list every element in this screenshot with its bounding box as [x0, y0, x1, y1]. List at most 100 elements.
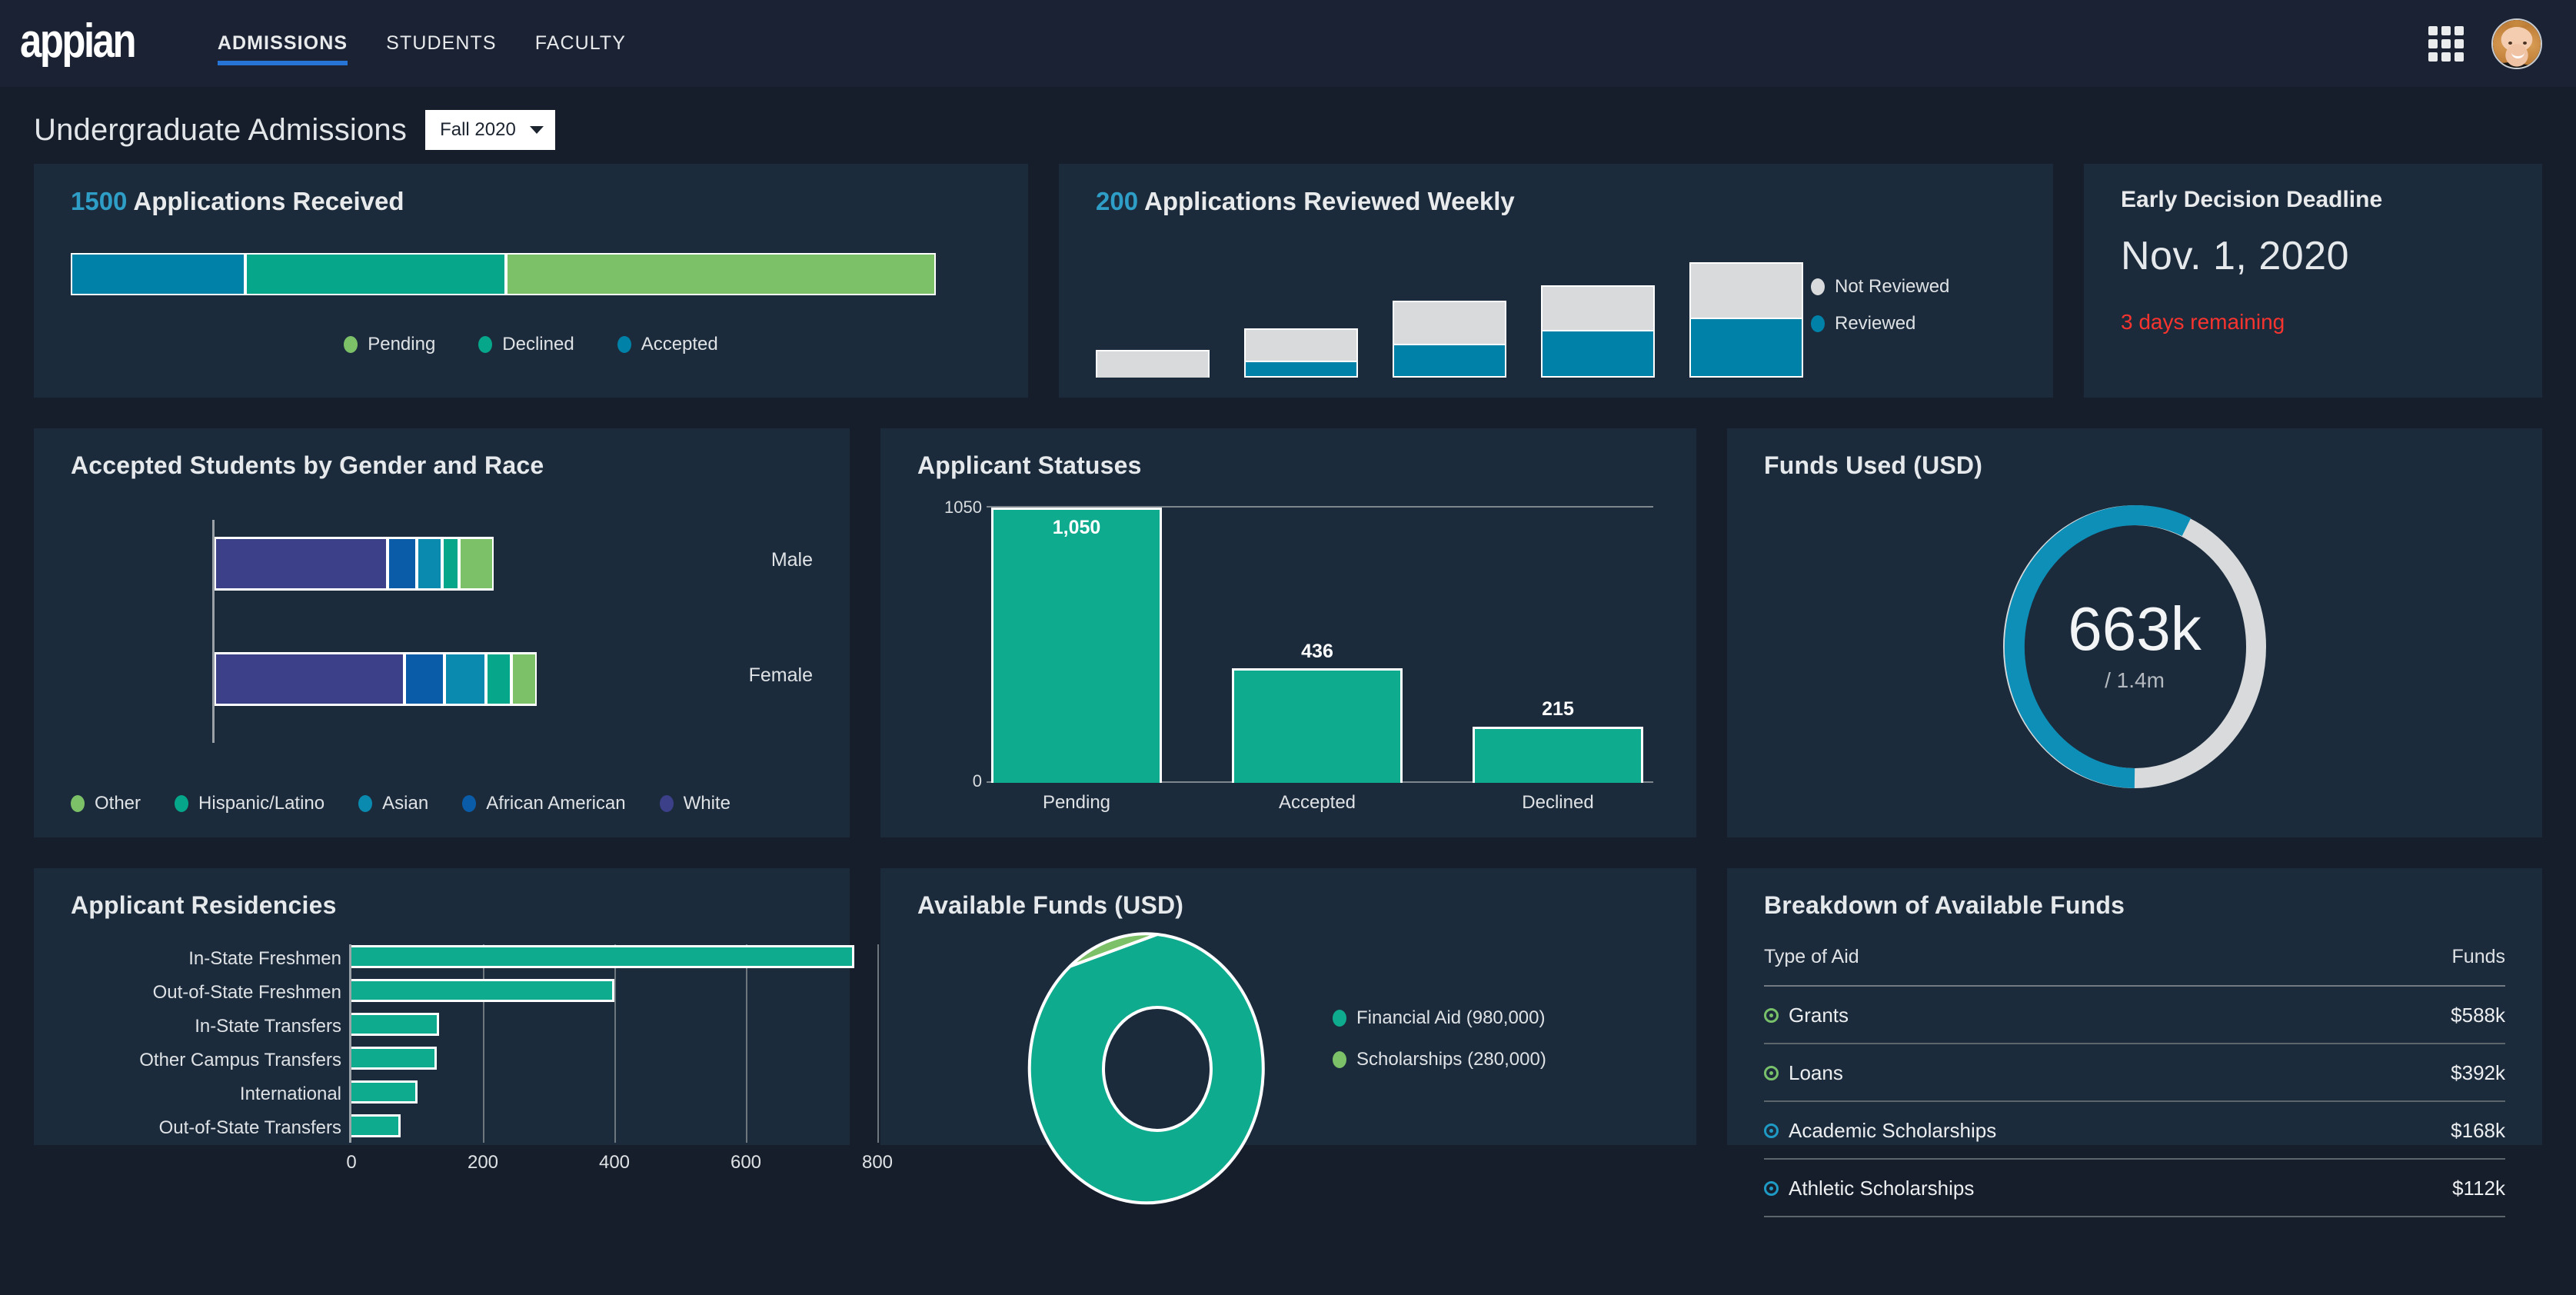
column-header-funds[interactable]: Funds [2364, 946, 2505, 987]
weekly-bar-4[interactable] [1541, 285, 1655, 378]
segment-other[interactable] [511, 652, 537, 706]
segment-african-american[interactable] [388, 537, 417, 591]
gender-race-legend: Other Hispanic/Latino Asian African Amer… [71, 793, 731, 814]
table-row[interactable]: Grants $588k [1764, 986, 2505, 1044]
avatar-photo [2493, 19, 2541, 68]
legend-item-scholarships[interactable]: Scholarships (280,000) [1333, 1049, 1546, 1070]
segment-not-reviewed[interactable] [1096, 350, 1210, 378]
page-title: Undergraduate Admissions [34, 112, 408, 147]
bar-segment-pending[interactable] [505, 253, 936, 295]
legend-dot-icon [344, 336, 358, 353]
nav-tab-faculty[interactable]: FACULTY [516, 0, 645, 87]
segment-not-reviewed[interactable] [1244, 328, 1358, 361]
segment-not-reviewed[interactable] [1393, 301, 1506, 344]
gender-race-label-male: Male [770, 549, 813, 571]
segment-hispanic-latino[interactable] [442, 537, 459, 591]
segment-reviewed[interactable] [1541, 330, 1655, 378]
legend-dot-icon [175, 795, 189, 812]
bar-accepted[interactable] [1232, 668, 1403, 783]
aid-type-label: Athletic Scholarships [1789, 1177, 1975, 1200]
breakdown-title: Breakdown of Available Funds [1764, 891, 2125, 919]
gridline-800 [877, 944, 879, 1143]
weekly-legend: Not Reviewed Reviewed [1811, 276, 1949, 335]
bar-segment-declined[interactable] [245, 253, 506, 295]
table-row[interactable]: Athletic Scholarships $112k [1764, 1159, 2505, 1217]
segment-reviewed[interactable] [1393, 344, 1506, 378]
applications-received-chart [71, 253, 936, 295]
residency-bar-6[interactable] [351, 1114, 401, 1137]
segment-white[interactable] [215, 652, 404, 706]
season-select[interactable]: Fall 2020 [425, 110, 555, 150]
residency-label-4: Other Campus Transfers [139, 1050, 341, 1070]
segment-reviewed[interactable] [1689, 318, 1803, 378]
segment-not-reviewed[interactable] [1541, 285, 1655, 330]
segment-asian[interactable] [444, 652, 486, 706]
apps-grid-icon[interactable] [2428, 25, 2464, 62]
legend-item-not-reviewed[interactable]: Not Reviewed [1811, 276, 1949, 298]
stacked-bar [71, 253, 936, 295]
segment-african-american[interactable] [404, 652, 444, 706]
weekly-bar-3[interactable] [1393, 301, 1506, 378]
segment-reviewed[interactable] [1244, 361, 1358, 378]
residency-label-2: Out-of-State Freshmen [152, 982, 341, 1003]
residencies-title: Applicant Residencies [71, 891, 337, 919]
bar-pending[interactable] [991, 508, 1162, 783]
residency-bar-3[interactable] [351, 1013, 439, 1036]
legend-item-other[interactable]: Other [71, 793, 141, 814]
segment-asian[interactable] [417, 537, 442, 591]
residency-bar-1[interactable] [351, 945, 854, 968]
aid-funds-value: $112k [2364, 1159, 2505, 1217]
bar-segment-accepted[interactable] [71, 253, 246, 295]
legend-item-reviewed[interactable]: Reviewed [1811, 313, 1949, 335]
funds-used-value: 663k [2068, 594, 2202, 664]
chevron-down-icon [529, 126, 544, 134]
card-applications-received: 1500 Applications Received Pending Decli… [34, 164, 1028, 398]
legend-item-financial-aid[interactable]: Financial Aid (980,000) [1333, 1007, 1546, 1029]
weekly-bar-1[interactable] [1096, 350, 1210, 378]
legend-item-african-american[interactable]: African American [462, 793, 626, 814]
residency-bar-4[interactable] [351, 1047, 437, 1070]
legend-item-white[interactable]: White [659, 793, 731, 814]
weekly-bar-5[interactable] [1689, 262, 1803, 378]
donut-hole [1102, 1006, 1213, 1132]
nav-tab-admissions[interactable]: ADMISSIONS [198, 0, 367, 87]
segment-hispanic-latino[interactable] [486, 652, 511, 706]
legend-item-accepted[interactable]: Accepted [617, 334, 718, 355]
aid-funds-value: $588k [2364, 986, 2505, 1044]
avatar-eye-left [2508, 41, 2512, 45]
applications-reviewed-chart: Not Reviewed Reviewed [1096, 247, 2016, 378]
legend-label: Accepted [641, 334, 718, 355]
appian-logo: appian [20, 14, 137, 68]
table-row[interactable]: Academic Scholarships $168k [1764, 1101, 2505, 1160]
bar-fill [351, 1114, 401, 1137]
legend-item-asian[interactable]: Asian [358, 793, 428, 814]
table-row[interactable]: Loans $392k [1764, 1044, 2505, 1102]
available-funds-chart: Financial Aid (980,000) Scholarships (28… [917, 932, 1659, 1205]
legend-dot-icon [71, 795, 85, 812]
segment-white[interactable] [215, 537, 388, 591]
deadline-days-remaining: 3 days remaining [2121, 310, 2285, 334]
weekly-bar-2[interactable] [1244, 328, 1358, 378]
segment-other[interactable] [459, 537, 494, 591]
legend-label: Reviewed [1835, 313, 1916, 334]
residency-bar-2[interactable] [351, 979, 614, 1002]
column-header-type-of-aid[interactable]: Type of Aid [1764, 946, 2365, 987]
residency-label-5: International [239, 1084, 341, 1104]
nav-tab-students[interactable]: STUDENTS [367, 0, 516, 87]
deadline-date: Nov. 1, 2020 [2121, 234, 2350, 278]
residency-bar-5[interactable] [351, 1080, 418, 1104]
legend-item-declined[interactable]: Declined [478, 334, 574, 355]
y-tick-0: 0 [972, 771, 982, 791]
segment-not-reviewed[interactable] [1689, 262, 1803, 318]
applicant-statuses-title: Applicant Statuses [917, 451, 1142, 479]
bar-fill [351, 1080, 418, 1104]
bar-declined[interactable] [1473, 727, 1643, 783]
applications-received-label: Applications Received [133, 187, 404, 215]
radio-circle-icon [1764, 1008, 1779, 1023]
dashboard-grid: 1500 Applications Received Pending Decli… [0, 164, 2576, 1217]
legend-item-hispanic-latino[interactable]: Hispanic/Latino [175, 793, 324, 814]
card-breakdown-of-available-funds: Breakdown of Available Funds Type of Aid… [1727, 868, 2542, 1217]
x-tick-800: 800 [861, 1152, 894, 1173]
legend-item-pending[interactable]: Pending [344, 334, 435, 355]
user-avatar[interactable] [2491, 18, 2542, 69]
